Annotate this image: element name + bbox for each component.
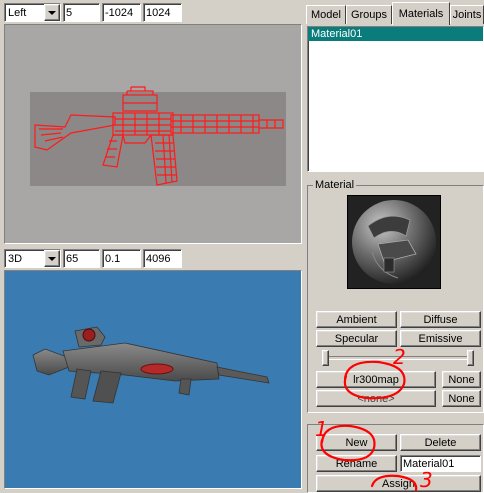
top-view-select[interactable]: Left	[4, 3, 61, 22]
tab-bar: Model Groups Materials Joints	[306, 2, 484, 25]
diffuse-button[interactable]: Diffuse	[400, 311, 481, 328]
bottom-view-select[interactable]: 3D	[4, 249, 61, 268]
materials-list[interactable]: Material01	[307, 26, 484, 172]
texture-map-button[interactable]: lr300map	[316, 371, 436, 388]
shininess-slider-thumb[interactable]	[322, 350, 329, 366]
tab-materials[interactable]: Materials	[392, 2, 450, 25]
bottom-field-3[interactable]: 4096	[143, 249, 182, 268]
tab-groups[interactable]: Groups	[346, 5, 392, 24]
ambient-button[interactable]: Ambient	[316, 311, 397, 328]
delete-button[interactable]: Delete	[400, 434, 481, 451]
chevron-down-icon[interactable]	[44, 4, 60, 21]
left-viewport[interactable]	[4, 24, 302, 244]
3d-viewport[interactable]	[4, 270, 302, 489]
bottom-view-select-value: 3D	[8, 252, 23, 265]
tab-joints-label: Joints	[452, 9, 482, 21]
specular-button[interactable]: Specular	[316, 330, 397, 347]
texture-none-button[interactable]: None	[442, 371, 481, 388]
list-item[interactable]: Material01	[308, 27, 483, 41]
top-field-2[interactable]: -1024	[102, 3, 141, 22]
chevron-down-icon[interactable]	[44, 250, 60, 267]
annotation-number-2: 2	[393, 345, 406, 369]
bottom-field-1[interactable]: 65	[63, 249, 100, 268]
bottom-field-2[interactable]: 0.1	[102, 249, 141, 268]
new-button[interactable]: New	[316, 434, 397, 451]
tab-joints[interactable]: Joints	[450, 5, 484, 24]
top-field-3[interactable]: 1024	[143, 3, 182, 22]
top-field-1[interactable]: 5	[63, 3, 100, 22]
material-preview	[347, 195, 441, 289]
tab-model-label: Model	[311, 9, 341, 21]
assign-button[interactable]: Assign	[316, 475, 481, 492]
emissive-button[interactable]: Emissive	[400, 330, 481, 347]
tab-materials-label: Materials	[398, 8, 444, 20]
transparency-slider-thumb[interactable]	[467, 350, 474, 366]
material-group-title: Material	[313, 179, 357, 191]
annotation-number-3: 3	[420, 468, 433, 492]
tab-groups-label: Groups	[350, 9, 388, 21]
annotation-number-1: 1	[315, 417, 328, 441]
wireframe-model	[30, 86, 286, 186]
alpha-map-button[interactable]: <none>	[316, 390, 436, 407]
rename-button[interactable]: Rename	[316, 455, 397, 472]
material-sphere-icon	[352, 200, 436, 284]
alpha-none-button[interactable]: None	[442, 390, 481, 407]
3d-model	[32, 326, 270, 404]
material-name-field[interactable]: Material01	[400, 455, 481, 472]
top-view-select-value: Left	[8, 6, 27, 19]
tab-model[interactable]: Model	[306, 5, 346, 24]
